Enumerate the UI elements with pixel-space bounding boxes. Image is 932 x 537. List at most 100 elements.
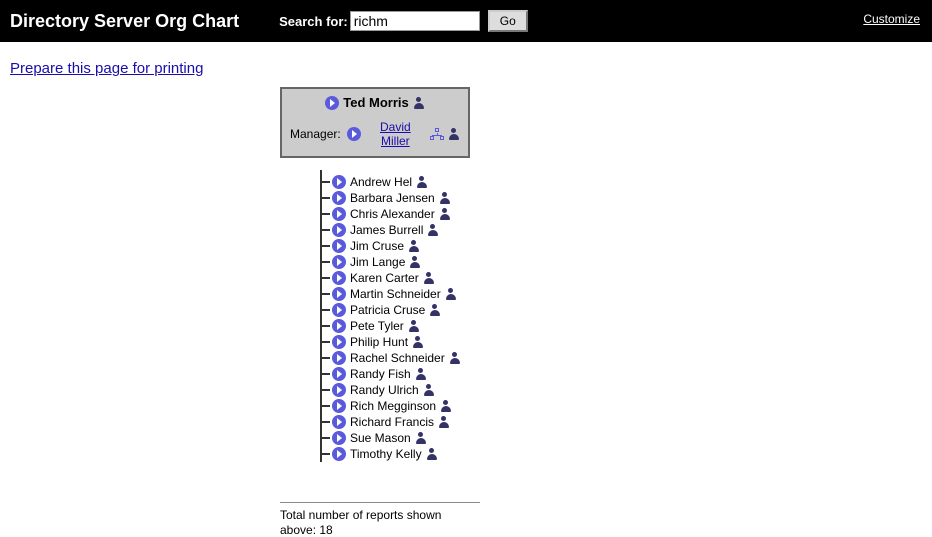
report-row: Chris Alexander bbox=[322, 206, 932, 222]
report-row: Andrew Hel bbox=[322, 174, 932, 190]
report-row: Rich Megginson bbox=[322, 398, 932, 414]
manager-name-link[interactable]: David Miller bbox=[365, 120, 426, 148]
tree-branch bbox=[322, 405, 330, 407]
search-label: Search for: bbox=[279, 14, 348, 29]
person-icon[interactable] bbox=[409, 256, 421, 268]
person-icon[interactable] bbox=[439, 208, 451, 220]
app-title: Directory Server Org Chart bbox=[10, 11, 239, 32]
navigate-icon[interactable] bbox=[332, 399, 346, 413]
current-person-box: Ted Morris Manager: David Miller bbox=[280, 87, 470, 158]
report-name[interactable]: Jim Lange bbox=[350, 255, 405, 269]
tree-branch bbox=[322, 197, 330, 199]
report-name[interactable]: Barbara Jensen bbox=[350, 191, 435, 205]
person-icon[interactable] bbox=[415, 432, 427, 444]
report-name[interactable]: Richard Francis bbox=[350, 415, 434, 429]
person-icon[interactable] bbox=[423, 272, 435, 284]
tree-branch bbox=[322, 309, 330, 311]
person-icon[interactable] bbox=[412, 336, 424, 348]
report-row: Martin Schneider bbox=[322, 286, 932, 302]
person-icon[interactable] bbox=[445, 288, 457, 300]
report-name[interactable]: Pete Tyler bbox=[350, 319, 404, 333]
navigate-icon[interactable] bbox=[332, 351, 346, 365]
person-icon[interactable] bbox=[449, 352, 461, 364]
person-icon[interactable] bbox=[416, 176, 428, 188]
tree-branch bbox=[322, 261, 330, 263]
report-row: Sue Mason bbox=[322, 430, 932, 446]
manager-label: Manager: bbox=[290, 127, 341, 141]
navigate-icon[interactable] bbox=[332, 415, 346, 429]
report-name[interactable]: James Burrell bbox=[350, 223, 423, 237]
tree-branch bbox=[322, 325, 330, 327]
report-row: Randy Fish bbox=[322, 366, 932, 382]
person-icon[interactable] bbox=[415, 368, 427, 380]
person-icon[interactable] bbox=[438, 416, 450, 428]
reports-list: Andrew Hel Barbara Jensen Chris Alexander J… bbox=[320, 170, 932, 462]
person-icon[interactable] bbox=[429, 304, 441, 316]
navigate-icon[interactable] bbox=[332, 191, 346, 205]
navigate-icon[interactable] bbox=[332, 303, 346, 317]
person-icon[interactable] bbox=[423, 384, 435, 396]
footer: Total number of reports shown above: 18 bbox=[280, 502, 480, 537]
report-row: Richard Francis bbox=[322, 414, 932, 430]
customize-link[interactable]: Customize bbox=[863, 12, 920, 26]
report-name[interactable]: Rachel Schneider bbox=[350, 351, 445, 365]
navigate-icon[interactable] bbox=[332, 383, 346, 397]
report-name[interactable]: Rich Megginson bbox=[350, 399, 436, 413]
report-name[interactable]: Martin Schneider bbox=[350, 287, 441, 301]
person-icon[interactable] bbox=[427, 224, 439, 236]
navigate-icon[interactable] bbox=[332, 271, 346, 285]
total-reports-text: Total number of reports shown above: 18 bbox=[280, 508, 441, 537]
navigate-icon[interactable] bbox=[332, 447, 346, 461]
header-bar: Directory Server Org Chart Search for: G… bbox=[0, 0, 932, 42]
report-name[interactable]: Patricia Cruse bbox=[350, 303, 425, 317]
report-name[interactable]: Karen Carter bbox=[350, 271, 419, 285]
report-row: Karen Carter bbox=[322, 270, 932, 286]
report-name[interactable]: Philip Hunt bbox=[350, 335, 408, 349]
report-row: Pete Tyler bbox=[322, 318, 932, 334]
navigate-icon[interactable] bbox=[332, 223, 346, 237]
report-row: James Burrell bbox=[322, 222, 932, 238]
org-chart-icon[interactable] bbox=[430, 128, 444, 140]
report-name[interactable]: Timothy Kelly bbox=[350, 447, 422, 461]
report-name[interactable]: Jim Cruse bbox=[350, 239, 404, 253]
navigate-icon[interactable] bbox=[347, 127, 361, 141]
tree-branch bbox=[322, 277, 330, 279]
navigate-icon[interactable] bbox=[332, 319, 346, 333]
report-row: Jim Lange bbox=[322, 254, 932, 270]
report-row: Jim Cruse bbox=[322, 238, 932, 254]
person-icon[interactable] bbox=[413, 97, 425, 109]
navigate-icon[interactable] bbox=[332, 367, 346, 381]
report-name[interactable]: Randy Ulrich bbox=[350, 383, 419, 397]
person-icon[interactable] bbox=[408, 320, 420, 332]
tree-branch bbox=[322, 245, 330, 247]
navigate-icon[interactable] bbox=[332, 207, 346, 221]
navigate-icon[interactable] bbox=[332, 175, 346, 189]
navigate-icon[interactable] bbox=[332, 287, 346, 301]
report-row: Barbara Jensen bbox=[322, 190, 932, 206]
navigate-icon[interactable] bbox=[332, 239, 346, 253]
report-name[interactable]: Randy Fish bbox=[350, 367, 411, 381]
tree-branch bbox=[322, 373, 330, 375]
person-icon[interactable] bbox=[439, 192, 451, 204]
org-chart: Ted Morris Manager: David Miller Andrew … bbox=[280, 87, 932, 462]
tree-branch bbox=[322, 453, 330, 455]
person-icon[interactable] bbox=[408, 240, 420, 252]
go-button[interactable]: Go bbox=[488, 10, 528, 32]
current-person-name: Ted Morris bbox=[343, 95, 409, 110]
divider bbox=[280, 502, 480, 503]
navigate-icon[interactable] bbox=[332, 335, 346, 349]
navigate-icon[interactable] bbox=[332, 431, 346, 445]
report-row: Rachel Schneider bbox=[322, 350, 932, 366]
person-icon[interactable] bbox=[426, 448, 438, 460]
report-name[interactable]: Sue Mason bbox=[350, 431, 411, 445]
person-icon[interactable] bbox=[448, 128, 460, 140]
report-name[interactable]: Chris Alexander bbox=[350, 207, 435, 221]
tree-branch bbox=[322, 213, 330, 215]
report-name[interactable]: Andrew Hel bbox=[350, 175, 412, 189]
person-icon[interactable] bbox=[440, 400, 452, 412]
navigate-icon[interactable] bbox=[325, 96, 339, 110]
print-link[interactable]: Prepare this page for printing bbox=[10, 60, 203, 77]
search-input[interactable] bbox=[350, 11, 480, 31]
report-row: Randy Ulrich bbox=[322, 382, 932, 398]
navigate-icon[interactable] bbox=[332, 255, 346, 269]
